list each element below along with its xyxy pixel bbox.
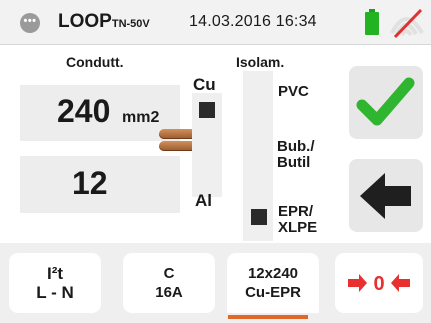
insulation-option-butil-line2: Butil	[277, 154, 311, 171]
conductor-label: Condutt.	[66, 54, 124, 70]
count-value: 12	[72, 165, 108, 201]
insulation-label: Isolam.	[236, 54, 285, 70]
section-unit: mm2	[122, 109, 160, 126]
title-main: LOOP	[58, 11, 112, 32]
insulation-option-epr-line1: EPR/	[278, 203, 314, 220]
check-icon	[356, 77, 415, 126]
back-button[interactable]	[349, 159, 423, 232]
bottom-toolbar: I²t L - N C 16A 12x240 Cu-EPR 0	[0, 243, 431, 323]
menu-dots-icon[interactable]: •••	[20, 13, 40, 33]
protection-line2: 16A	[155, 284, 183, 301]
confirm-button[interactable]	[349, 66, 423, 139]
material-al-label: Al	[195, 191, 212, 210]
insulation-option-butil-line1: Bub./	[277, 138, 315, 155]
title-subtitle: TN-50V	[111, 18, 150, 30]
wifi-off-icon	[390, 8, 424, 39]
protection-line1: C	[163, 265, 175, 282]
i2t-line2: L - N	[36, 283, 74, 302]
battery-icon	[365, 9, 379, 35]
zero-button[interactable]: 0	[335, 253, 423, 313]
date-time: 14.03.2016 16:34	[189, 13, 317, 30]
protection-button[interactable]: C 16A	[123, 253, 215, 313]
material-cu-label: Cu	[193, 75, 216, 94]
zero-label: 0	[373, 273, 384, 295]
page-title: LOOPTN-50V	[58, 11, 150, 33]
i2t-button[interactable]: I²t L - N	[9, 253, 101, 313]
insulation-option-butil: Bub./ Butil	[277, 139, 315, 171]
cable-line1: 12x240	[247, 265, 299, 282]
top-bar: ••• LOOPTN-50V 14.03.2016 16:34	[0, 0, 431, 45]
i2t-line1: I²t	[46, 264, 64, 283]
zero-arrows-icon: 0	[348, 273, 410, 295]
insulation-option-pvc: PVC	[278, 83, 309, 100]
insulation-option-epr-line2: XLPE	[278, 219, 318, 236]
cable-icon	[159, 129, 196, 151]
material-slider-marker[interactable]	[199, 102, 215, 118]
insulation-slider-marker[interactable]	[251, 209, 267, 225]
section-value: 240	[57, 93, 111, 129]
selected-indicator	[228, 315, 308, 319]
back-arrow-icon	[360, 173, 411, 219]
insulation-option-epr: EPR/ XLPE	[278, 204, 317, 236]
cable-button[interactable]: 12x240 Cu-EPR	[227, 253, 319, 313]
cable-line2: Cu-EPR	[245, 284, 301, 301]
